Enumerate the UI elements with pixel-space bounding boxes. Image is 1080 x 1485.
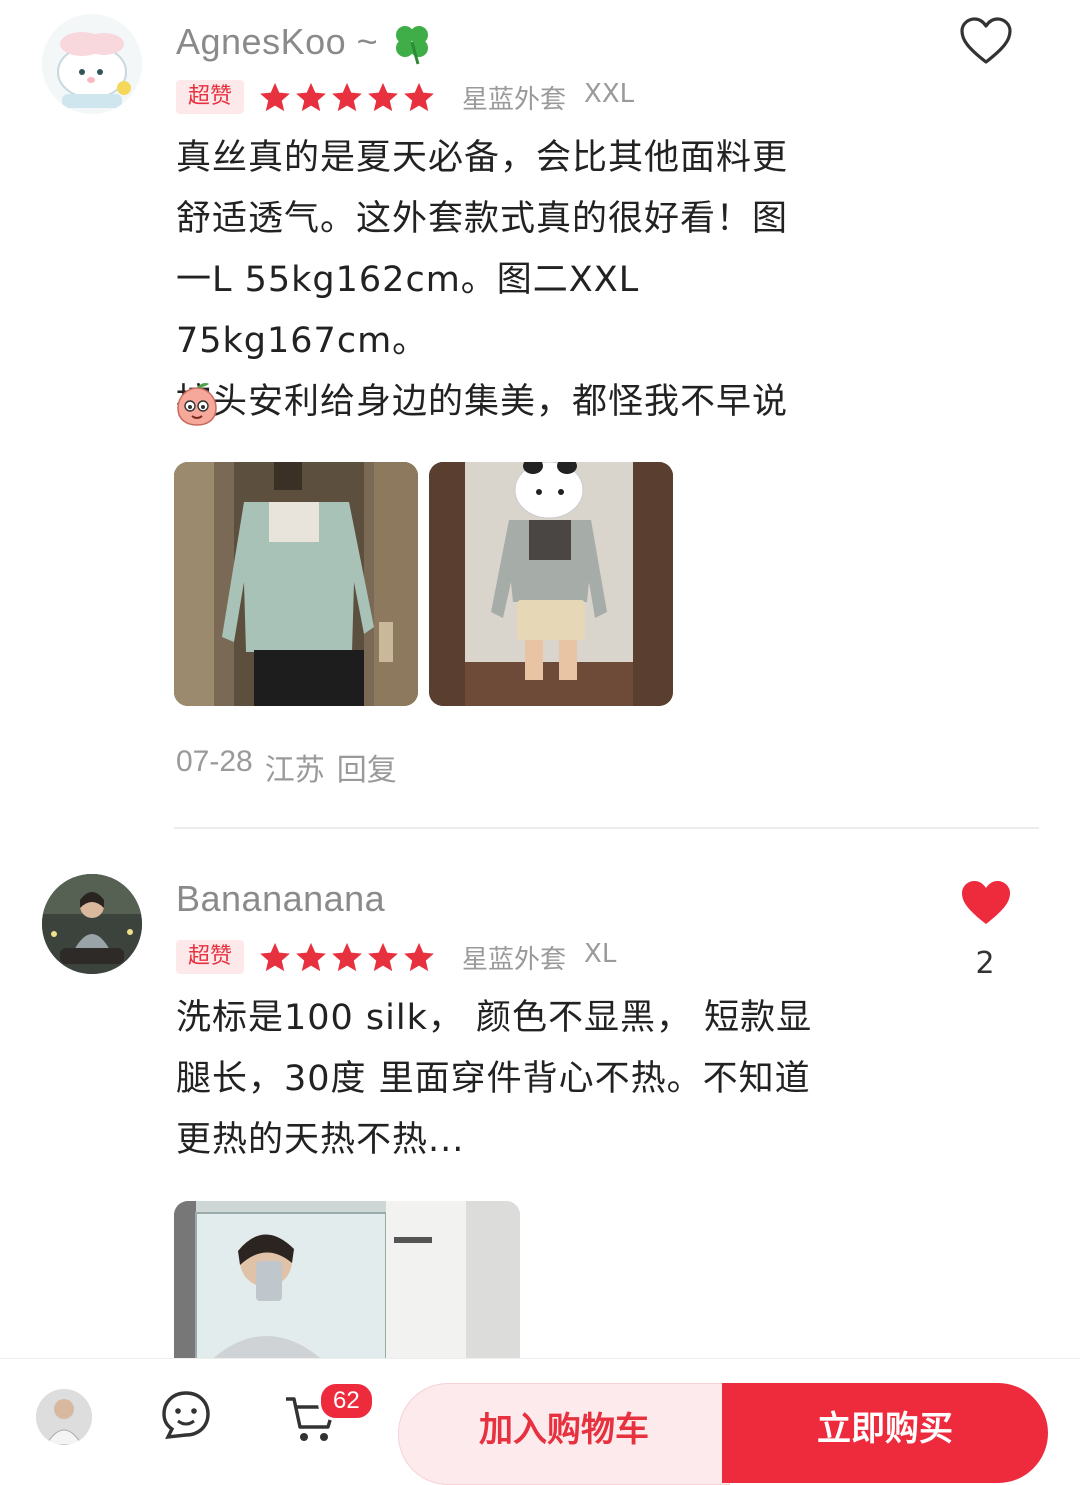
username[interactable]: AgnesKoo ~ <box>176 21 378 63</box>
review-photo[interactable] <box>429 462 673 706</box>
review-photo[interactable] <box>174 462 418 706</box>
cart-count-badge: 62 <box>318 1381 375 1421</box>
variant-info: 星蓝外套 XL <box>462 939 616 976</box>
like-count: 2 <box>975 946 995 981</box>
review-location: 江苏 <box>264 754 325 787</box>
buy-now-button[interactable]: 立即购买 <box>722 1383 1048 1483</box>
review-meta: 超赞 星蓝外套 XXL <box>176 79 634 115</box>
add-to-cart-button[interactable]: 加入购物车 <box>398 1383 730 1485</box>
variant-color: 星蓝外套 <box>462 84 567 115</box>
avatar[interactable] <box>42 874 142 974</box>
star-icon <box>260 82 290 112</box>
review-footer: 07-28 江苏 回复 <box>176 745 397 789</box>
star-rating <box>258 80 436 114</box>
star-icon <box>296 942 326 972</box>
customer-service-icon[interactable] <box>160 1389 212 1441</box>
variant-info: 星蓝外套 XXL <box>462 79 634 116</box>
reply-button[interactable]: 回复 <box>337 745 397 789</box>
variant-size: XXL <box>584 78 635 109</box>
heart-filled-icon[interactable] <box>958 878 1014 928</box>
review-date: 07-28 <box>176 745 253 778</box>
peach-emoji-icon <box>177 383 217 426</box>
variant-size: XL <box>584 938 617 969</box>
avatar[interactable] <box>42 14 142 114</box>
star-icon <box>332 942 362 972</box>
clover-icon <box>396 26 429 65</box>
rating-badge: 超赞 <box>176 940 245 974</box>
bottom-action-bar: 62 加入购物车 立即购买 <box>0 1358 1080 1485</box>
review-photo[interactable] <box>174 1201 520 1361</box>
shop-avatar[interactable] <box>36 1389 92 1445</box>
variant-color: 星蓝外套 <box>462 944 567 975</box>
star-icon <box>368 82 398 112</box>
rating-badge: 超赞 <box>176 80 245 114</box>
star-rating <box>258 940 436 974</box>
review-text: 洗标是100 silk， 颜色不显黑， 短款显 腿长，30度 里面穿件背心不热。… <box>176 998 813 1160</box>
review-text: 真丝真的是夏天必备，会比其他面料更 舒适透气。这外套款式真的很好看！图 一L 5… <box>176 138 789 422</box>
star-icon <box>332 82 362 112</box>
star-icon <box>260 942 290 972</box>
review-card: AgnesKoo ~ 超赞 星蓝外套 XXL 真丝真的是夏天必备，会比其他面料更… <box>0 0 1080 830</box>
star-icon <box>404 942 434 972</box>
star-icon <box>296 82 326 112</box>
star-icon <box>368 942 398 972</box>
heart-outline-icon[interactable] <box>958 16 1014 66</box>
star-icon <box>404 82 434 112</box>
username[interactable]: Banananana <box>176 878 385 920</box>
review-meta: 超赞 星蓝外套 XL <box>176 939 616 975</box>
review-card: Banananana 超赞 星蓝外套 XL 2 洗标是100 silk， 颜色不… <box>0 860 1080 1361</box>
divider <box>174 827 1039 829</box>
